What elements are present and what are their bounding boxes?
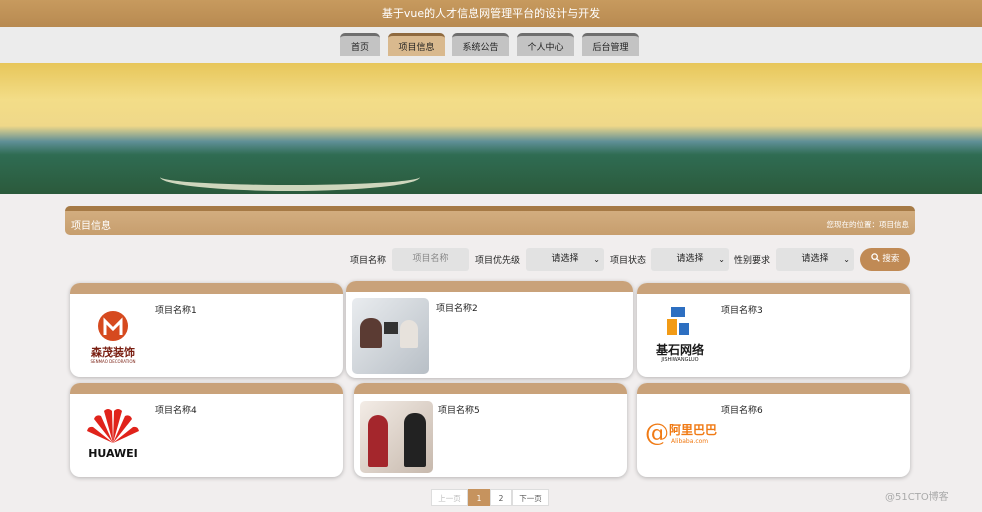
hero-banner-image [0, 63, 982, 194]
project-card-3[interactable]: 基石网络 JISHIWANGLUO 项目名称3 [637, 283, 910, 377]
nav-personal-center[interactable]: 个人中心 [517, 33, 574, 56]
project-card-2[interactable]: 项目名称2 [346, 281, 633, 378]
huawei-logo-mark [87, 409, 139, 443]
priority-label: 项目优先级 [475, 256, 521, 266]
nav-home[interactable]: 首页 [340, 33, 380, 56]
status-select-value: 请选择 [676, 254, 704, 264]
huawei-logo-text: HUAWEI [88, 447, 138, 460]
nav-project-info[interactable]: 项目信息 [388, 33, 445, 56]
jishi-logo: 基石网络 JISHIWANGLUO [651, 303, 709, 368]
jishi-logo-mark [667, 307, 689, 335]
search-button[interactable]: 搜索 [860, 248, 910, 271]
photo-person-shape [368, 415, 388, 467]
alibaba-logo-symbol: @ [645, 419, 669, 447]
watermark: @51CTO博客 [885, 492, 949, 503]
chevron-down-icon: ⌄ [843, 255, 850, 264]
breadcrumb-label: 您现在的位置： [826, 220, 880, 229]
photo-person-shape [404, 413, 426, 467]
alibaba-logo-text: 阿里巴巴 [669, 423, 717, 437]
pagination: 上一页 1 2 下一页 [431, 489, 549, 506]
project-card-4[interactable]: HUAWEI 项目名称4 [70, 383, 343, 477]
project-name-label: 项目名称 [350, 256, 387, 266]
jishi-logo-sub: JISHIWANGLUO [661, 357, 699, 363]
project-name: 项目名称3 [721, 306, 763, 316]
project-card-1[interactable]: 森茂装饰 SENMAO DECORATION 项目名称1 [70, 283, 343, 377]
gender-label: 性别要求 [734, 256, 771, 266]
section-header: 项目信息 您现在的位置：项目信息 [65, 206, 915, 235]
prev-page-button[interactable]: 上一页 [431, 489, 468, 506]
project-name: 项目名称1 [155, 306, 197, 316]
app-title: 基于vue的人才信息网管理平台的设计与开发 [0, 0, 982, 27]
office-meeting-photo [352, 298, 429, 374]
handshake-photo [360, 401, 433, 473]
project-name-input[interactable]: 项目名称 [392, 248, 469, 271]
alibaba-logo-sub: Alibaba.com [671, 438, 709, 445]
senmao-logo-sub: SENMAO DECORATION [90, 359, 136, 364]
project-card-5[interactable]: 项目名称5 [354, 383, 627, 477]
next-page-button[interactable]: 下一页 [512, 489, 549, 506]
huawei-logo: HUAWEI [82, 405, 144, 467]
project-name: 项目名称5 [438, 406, 480, 416]
gender-select[interactable]: 请选择 ⌄ [776, 248, 854, 271]
card-header-bar [637, 383, 910, 394]
card-header-bar [354, 383, 627, 394]
project-name: 项目名称6 [721, 406, 763, 416]
status-label: 项目状态 [610, 256, 647, 266]
main-nav: 首页 项目信息 系统公告 个人中心 后台管理 [0, 27, 982, 63]
status-select[interactable]: 请选择 ⌄ [651, 248, 729, 271]
project-name: 项目名称4 [155, 406, 197, 416]
search-icon [870, 253, 880, 262]
card-header-bar [70, 283, 343, 294]
card-header-bar [70, 383, 343, 394]
nav-announcements[interactable]: 系统公告 [452, 33, 509, 56]
chevron-down-icon: ⌄ [718, 255, 725, 264]
jishi-logo-text: 基石网络 [655, 343, 704, 357]
priority-select[interactable]: 请选择 ⌄ [526, 248, 604, 271]
card-header-bar [346, 281, 633, 292]
priority-select-value: 请选择 [551, 254, 579, 264]
alibaba-logo: @ 阿里巴巴 Alibaba.com [643, 405, 717, 465]
chevron-down-icon: ⌄ [593, 255, 600, 264]
photo-person-shape [400, 320, 418, 348]
section-title: 项目信息 [71, 221, 111, 232]
banner-river-shape [160, 163, 420, 191]
project-name: 项目名称2 [436, 304, 478, 314]
search-button-label: 搜索 [882, 254, 900, 264]
card-header-bar [637, 283, 910, 294]
senmao-logo: 森茂装饰 SENMAO DECORATION [78, 301, 148, 371]
breadcrumb-current: 项目信息 [879, 220, 909, 229]
photo-person-shape [360, 318, 382, 348]
page-2-button[interactable]: 2 [490, 489, 512, 506]
breadcrumb: 您现在的位置：项目信息 [827, 219, 910, 230]
page-1-button[interactable]: 1 [468, 489, 490, 506]
nav-admin[interactable]: 后台管理 [582, 33, 639, 56]
project-card-6[interactable]: @ 阿里巴巴 Alibaba.com 项目名称6 [637, 383, 910, 477]
gender-select-value: 请选择 [801, 254, 829, 264]
photo-monitor-shape [384, 322, 398, 334]
senmao-logo-text: 森茂装饰 [91, 346, 135, 359]
